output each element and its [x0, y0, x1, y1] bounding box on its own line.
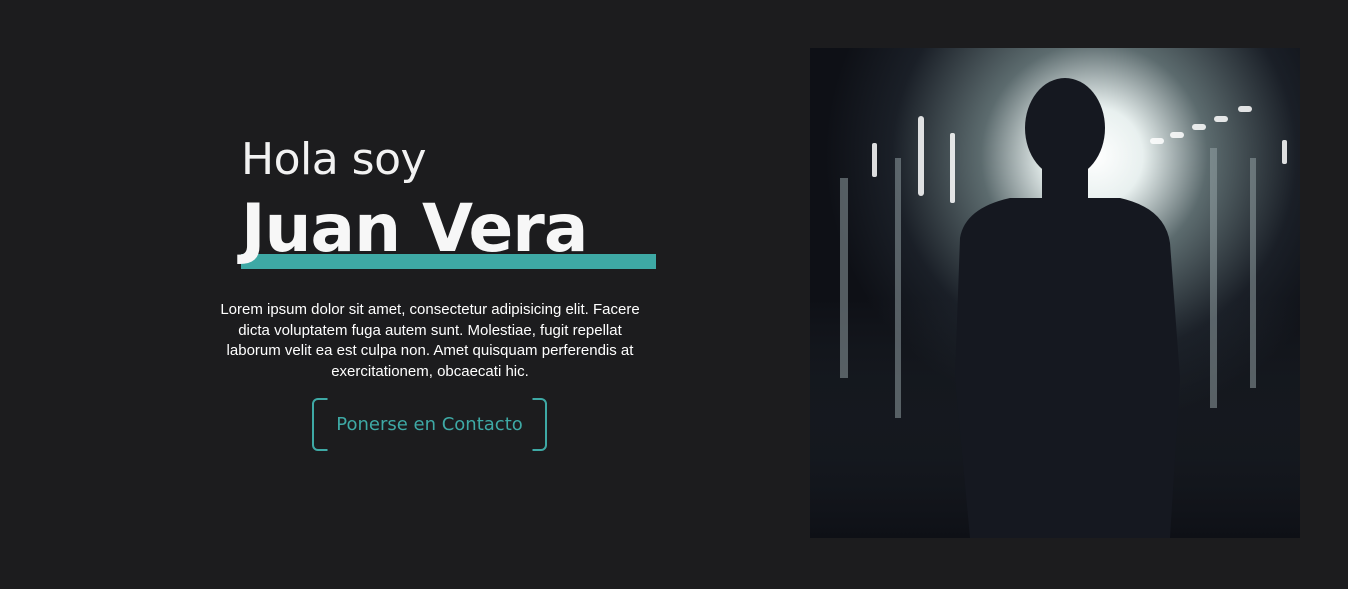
contact-button-label: Ponerse en Contacto [336, 414, 523, 435]
name-heading-wrapper: Juan Vera [241, 196, 656, 274]
person-silhouette-icon [810, 48, 1300, 538]
greeting-text: Hola soy [241, 134, 427, 185]
name-heading: Juan Vera [241, 190, 588, 267]
profile-photo [810, 48, 1300, 538]
bio-paragraph: Lorem ipsum dolor sit amet, consectetur … [220, 301, 640, 380]
contact-button[interactable]: Ponerse en Contacto [312, 398, 547, 451]
